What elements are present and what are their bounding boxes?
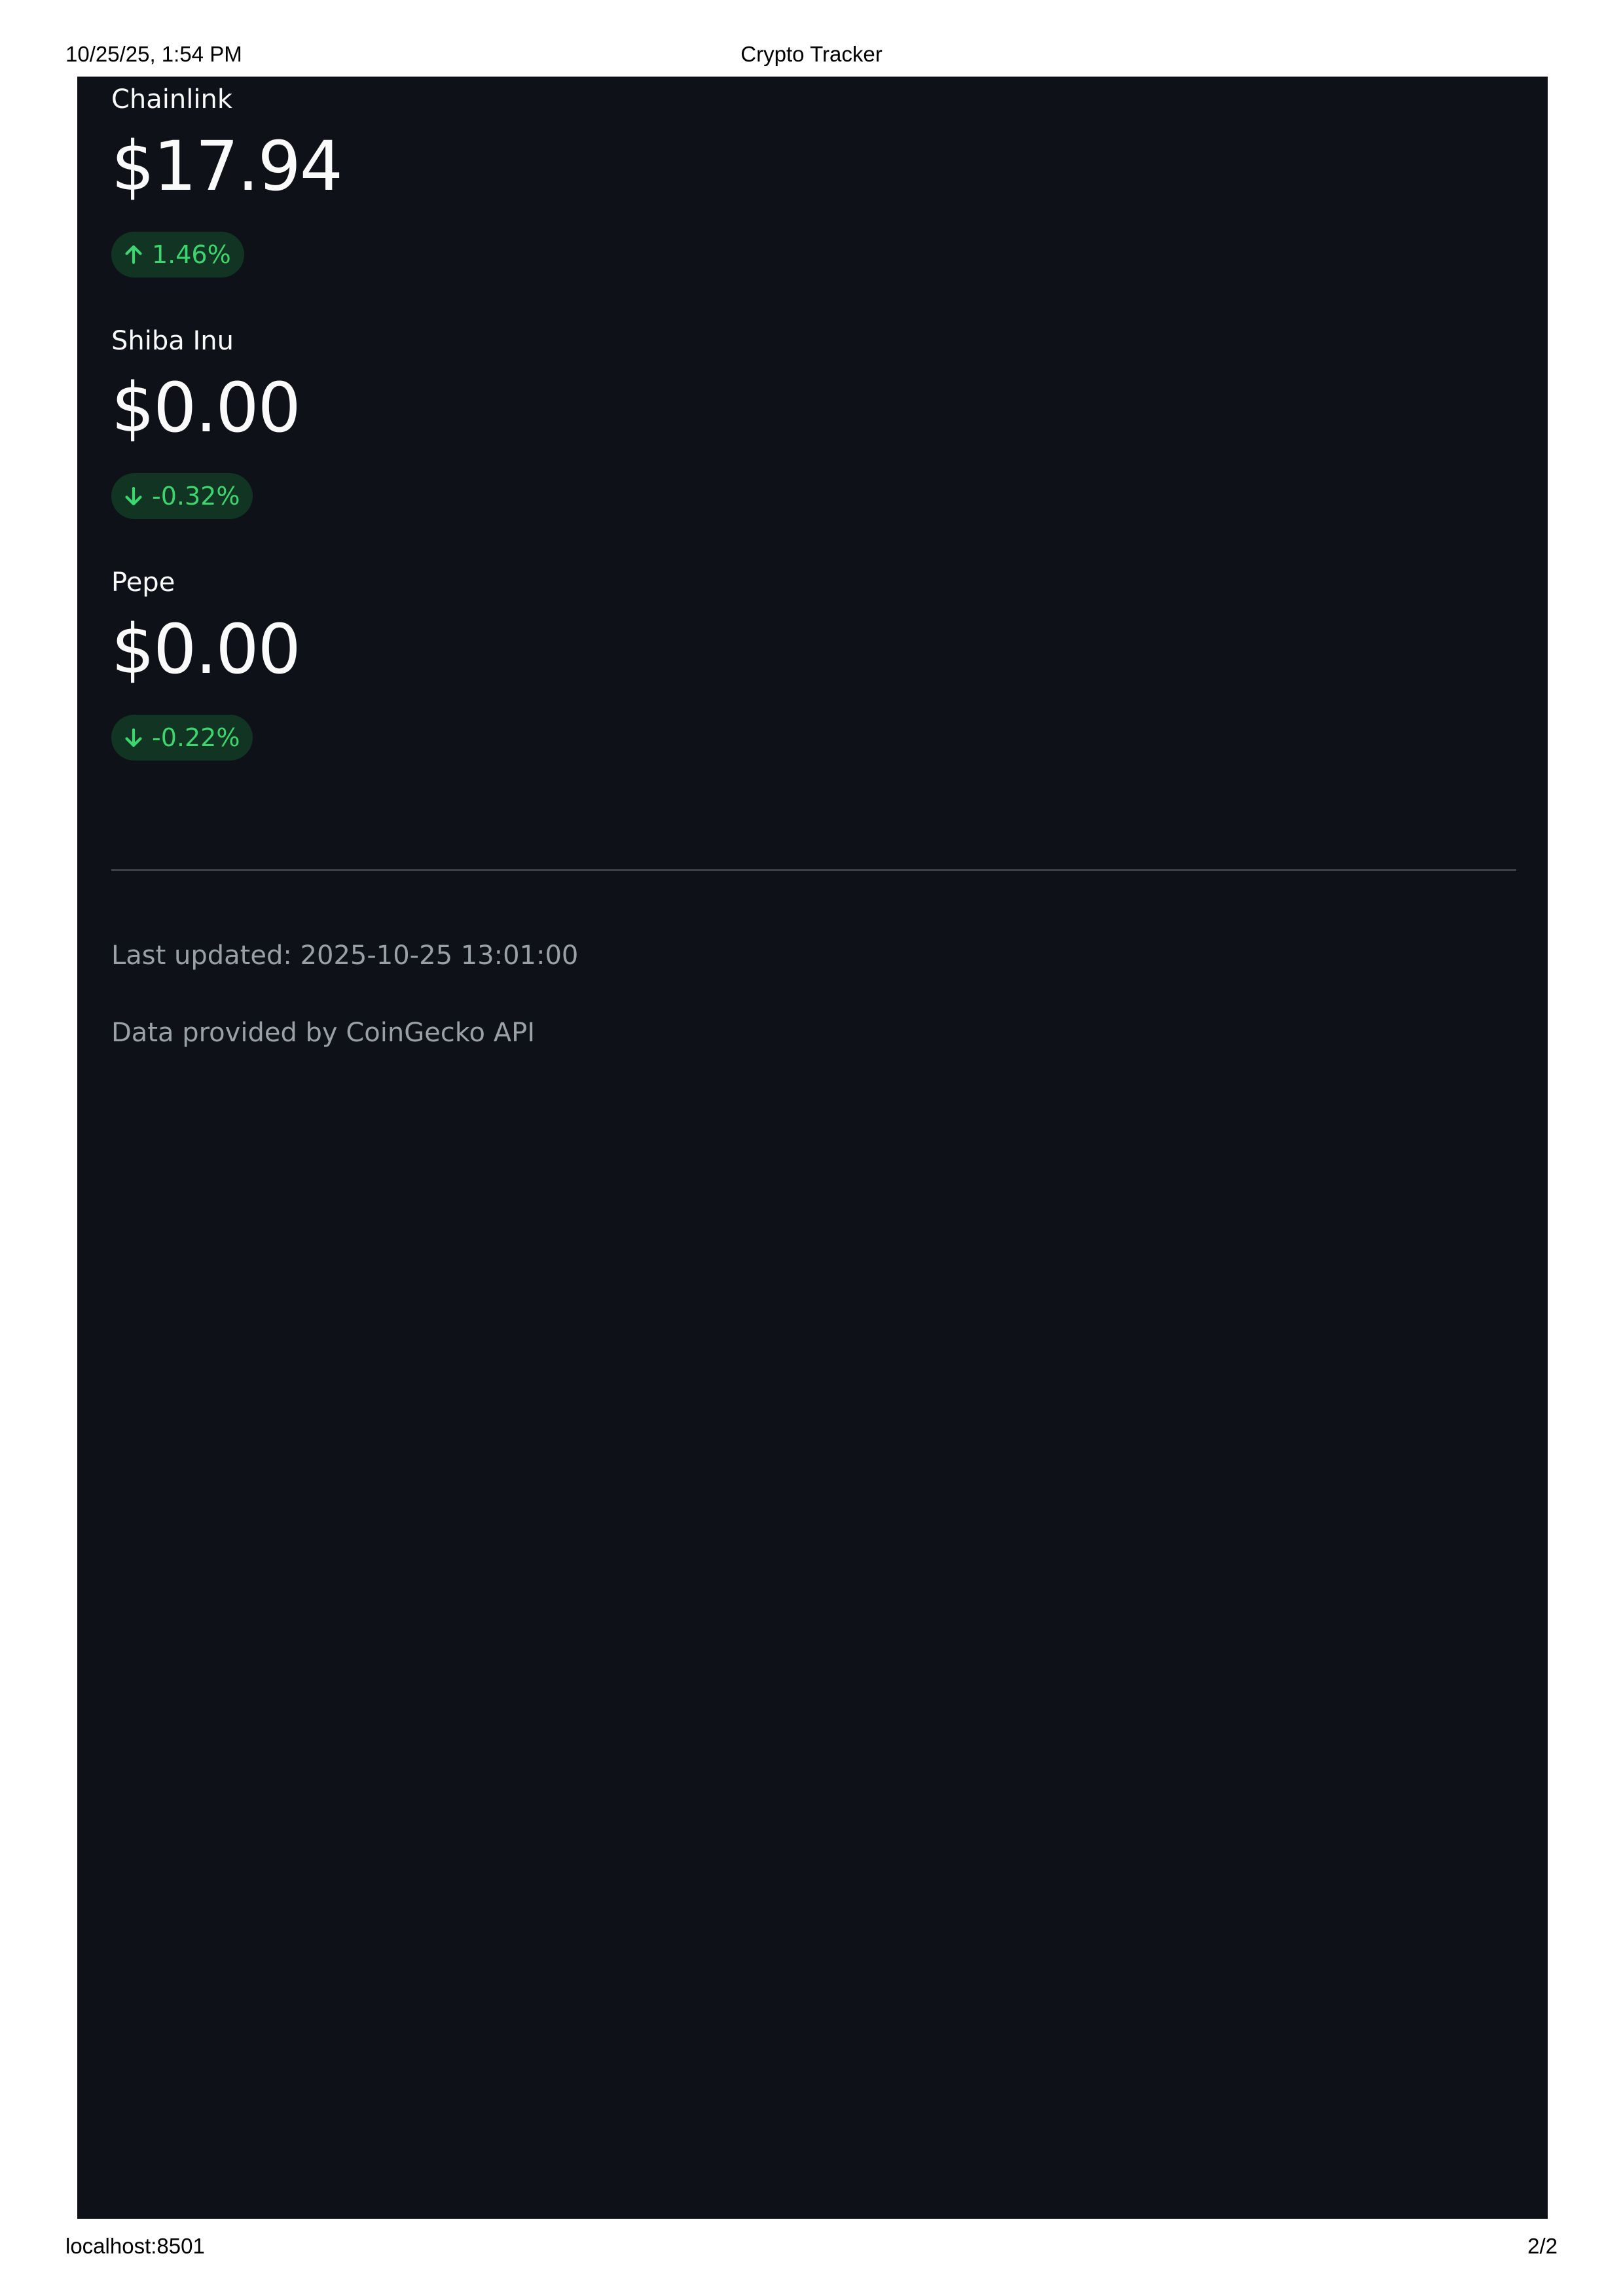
metric-delta-badge: -0.32% xyxy=(111,473,253,519)
metric-delta-badge: -0.22% xyxy=(111,715,253,761)
last-updated-text: Last updated: 2025-10-25 13:01:00 xyxy=(111,941,579,971)
data-source-text: Data provided by CoinGecko API xyxy=(111,1018,535,1048)
arrow-down-icon xyxy=(122,726,145,749)
metric-label: Chainlink xyxy=(111,84,232,115)
metric-label: Shiba Inu xyxy=(111,326,234,356)
print-title: Crypto Tracker xyxy=(740,42,883,66)
metric-delta-badge: 1.46% xyxy=(111,232,244,278)
metric-delta-value: -0.22% xyxy=(152,723,240,752)
metric-label: Pepe xyxy=(111,567,175,598)
main-content: Chainlink $17.94 1.46% Shiba Inu $0.00 -… xyxy=(111,77,1516,1048)
metric-pepe: Pepe $0.00 -0.22% xyxy=(111,560,1516,801)
metric-value: $0.00 xyxy=(111,368,301,448)
print-url: localhost:8501 xyxy=(65,2234,205,2258)
metric-shiba-inu: Shiba Inu $0.00 -0.32% xyxy=(111,318,1516,560)
print-page-number: 2/2 xyxy=(1527,2234,1558,2258)
divider xyxy=(111,869,1516,871)
arrow-down-icon xyxy=(122,484,145,508)
app-canvas: Chainlink $17.94 1.46% Shiba Inu $0.00 -… xyxy=(77,77,1548,2219)
metric-value: $0.00 xyxy=(111,609,301,689)
metric-chainlink: Chainlink $17.94 1.46% xyxy=(111,77,1516,318)
metric-delta-value: -0.32% xyxy=(152,482,240,511)
metric-value: $17.94 xyxy=(111,126,343,206)
metric-delta-value: 1.46% xyxy=(152,240,231,269)
arrow-up-icon xyxy=(122,243,145,266)
